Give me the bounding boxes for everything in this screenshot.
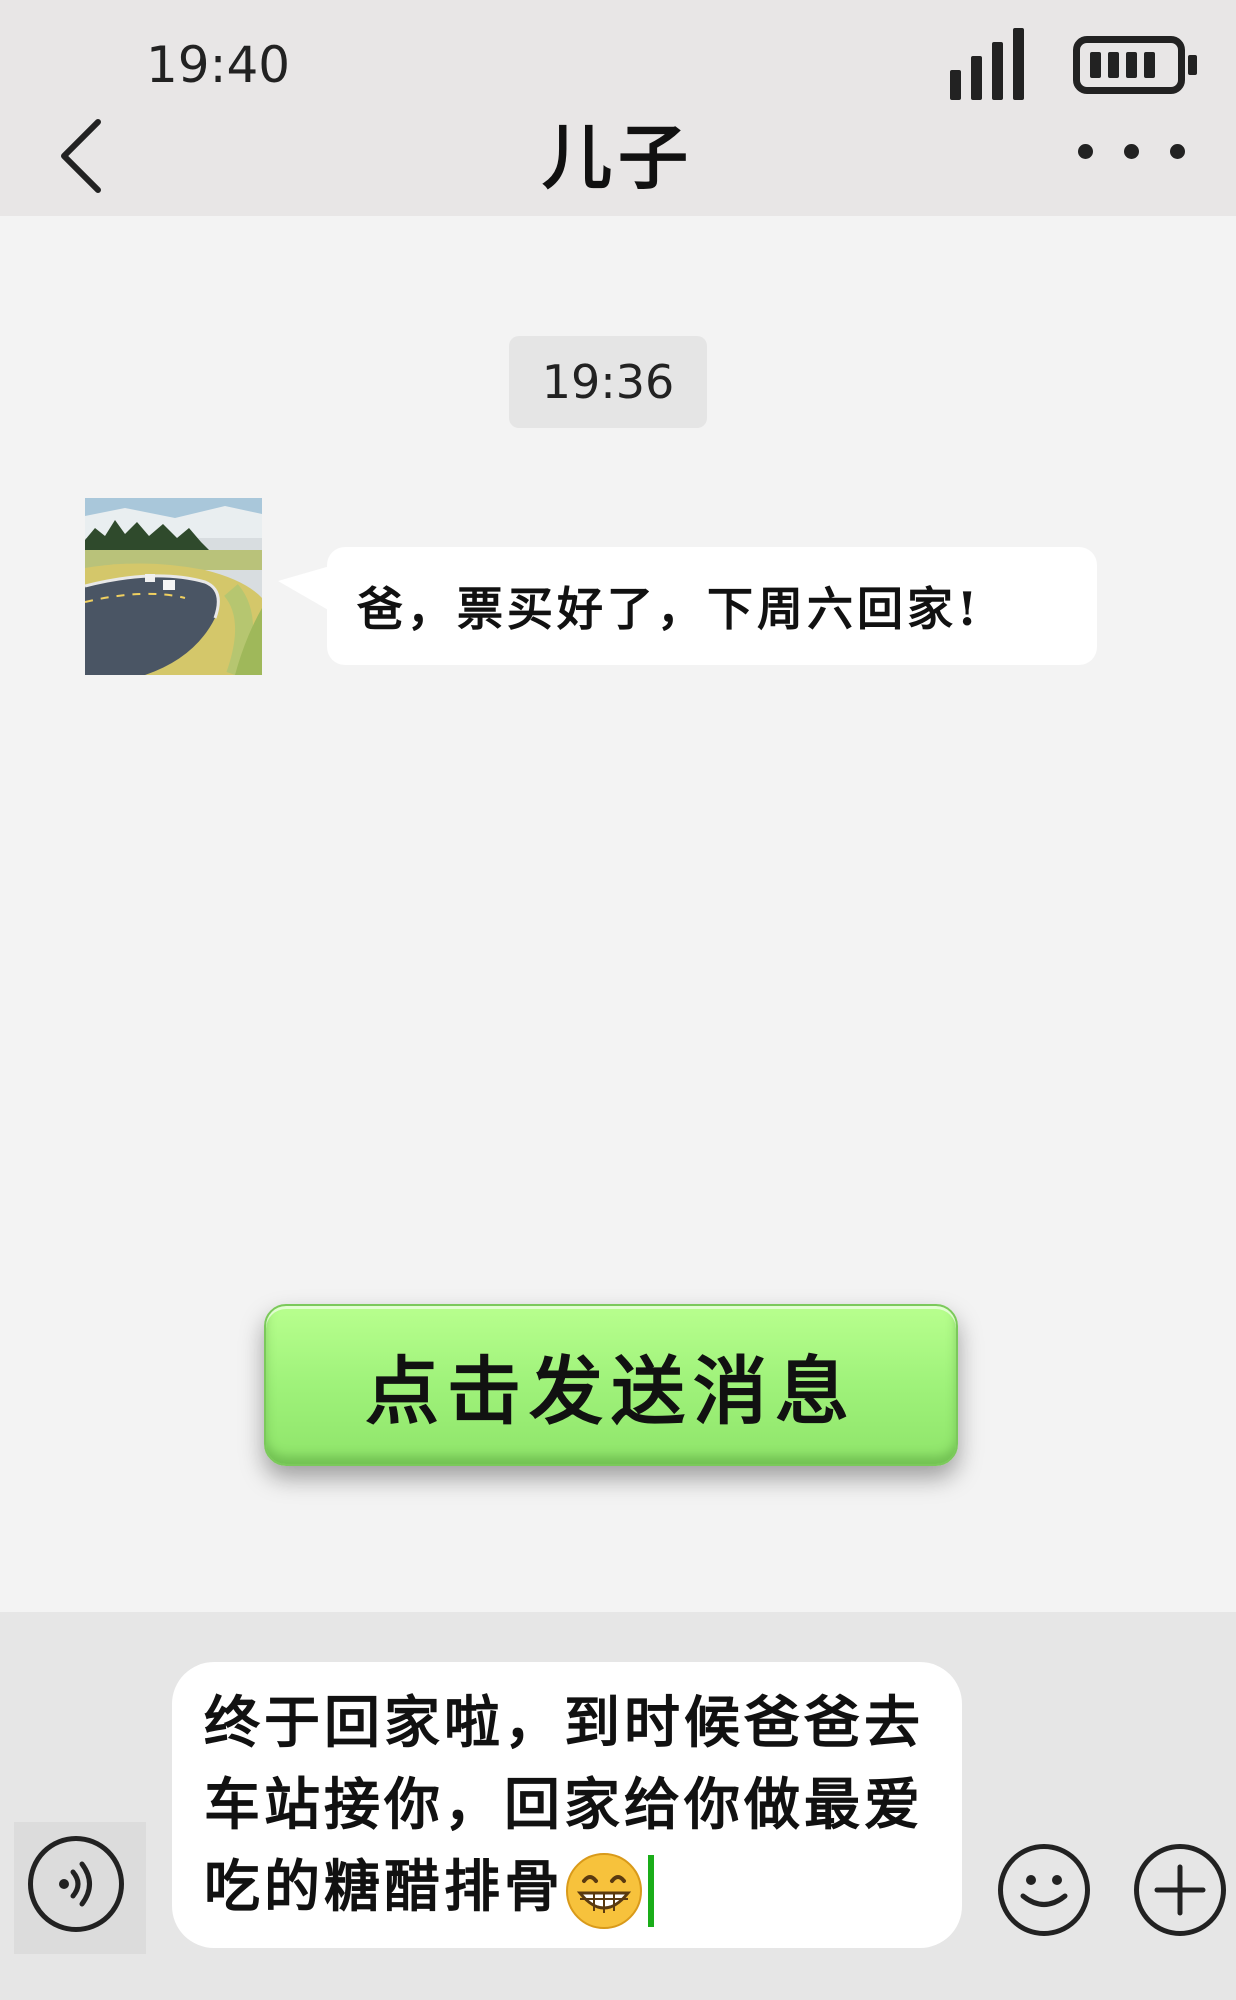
incoming-message-bubble[interactable]: 爸，票买好了，下周六回家! [327,547,1097,665]
plus-icon[interactable] [1134,1844,1226,1936]
contact-avatar[interactable] [85,498,262,675]
signal-icon [950,26,1026,100]
bubble-tail [278,566,330,611]
status-clock: 19:40 [146,36,291,94]
emoji-icon[interactable] [998,1844,1090,1936]
title-bar: 19:40 儿子 [0,0,1236,216]
message-input[interactable]: 终于回家啦，到时候爸爸去车站接你，回家给你做最爱吃的糖醋排骨 [172,1662,962,1948]
chat-title: 儿子 [542,116,694,199]
battery-icon [1073,36,1197,94]
message-text: 爸，票买好了，下周六回家! [357,582,982,636]
send-message-button[interactable]: 点击发送消息 [264,1304,958,1466]
message-timestamp: 19:36 [509,336,707,428]
text-caret [648,1855,654,1928]
more-dots-icon[interactable] [1078,140,1188,170]
voice-icon[interactable] [28,1836,124,1932]
grinning-face-emoji-icon [564,1851,644,1931]
